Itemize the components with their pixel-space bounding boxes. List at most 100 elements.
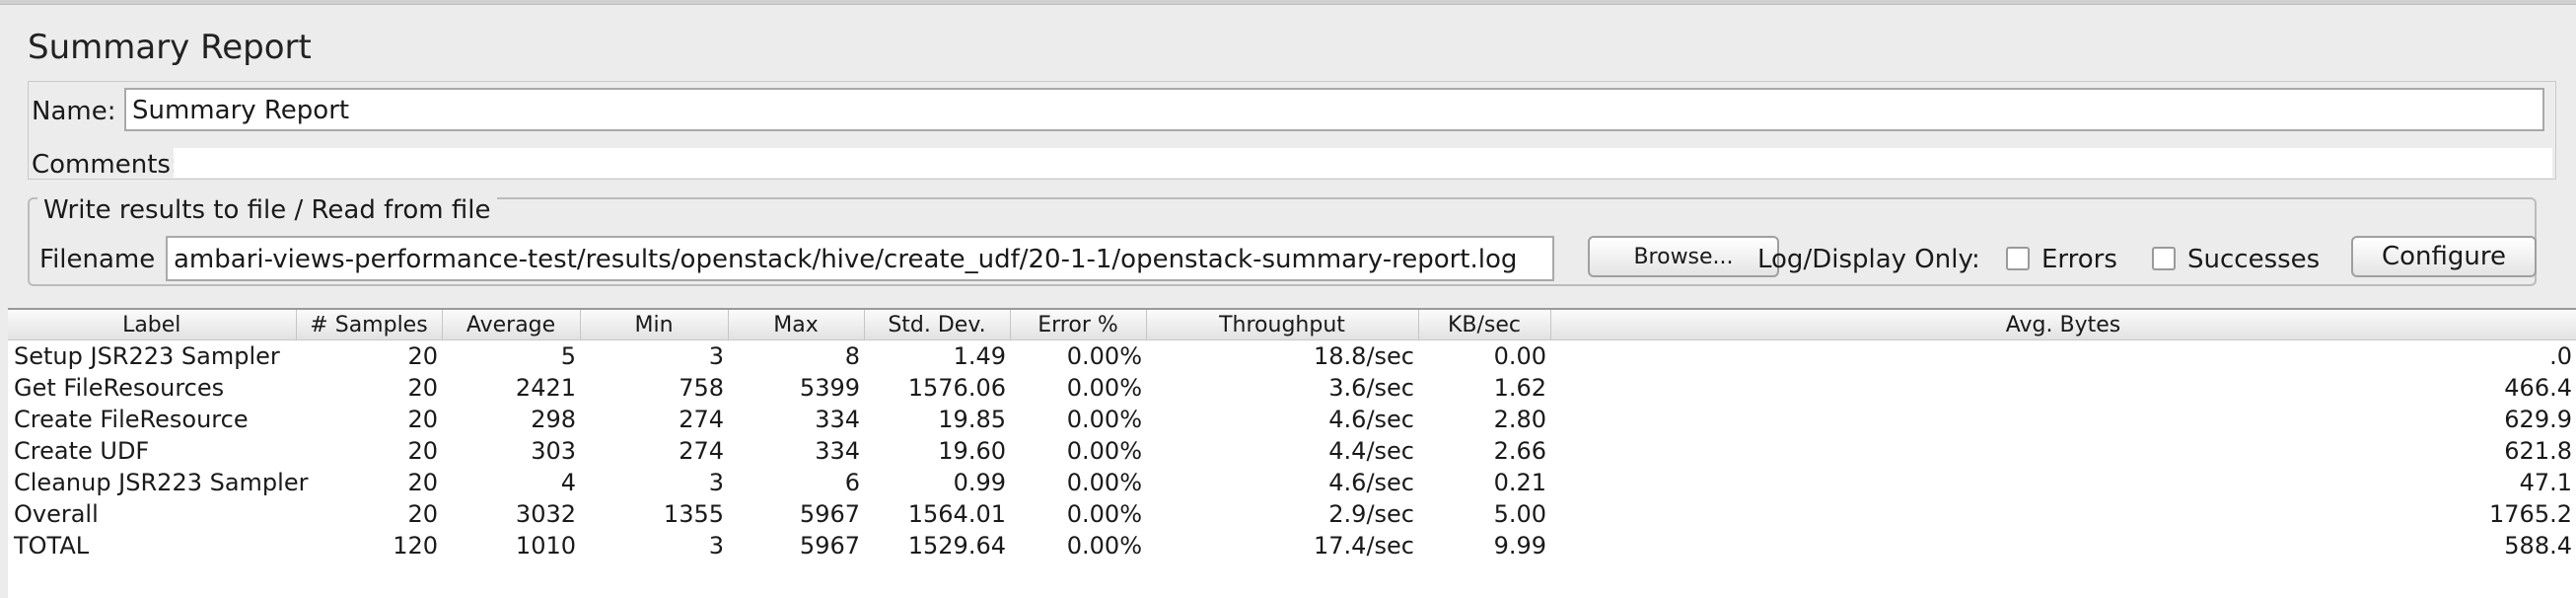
cell-min: 758 [679,374,724,402]
table-row[interactable]: TOTAL 120 1010 3 5967 1529.64 0.00% 17.4/sec 9.9… [8,530,2576,561]
cell-throughput: 4.4/sec [1328,437,1414,465]
configure-button[interactable]: Configure [2351,236,2537,277]
cell-label: Get FileResources [14,374,225,402]
summary-table: Label # Samples Average Min Max Std. Dev… [8,310,2576,561]
comments-field[interactable] [174,148,2552,178]
cell-std-dev: 1.49 [953,342,1006,370]
cell-kb-sec: 2.66 [1493,437,1546,465]
table-row[interactable]: Get FileResources 20 2421 758 5399 1576.06 0.0… [8,372,2576,404]
table-header-row: Label # Samples Average Min Max Std. Dev… [8,310,2576,340]
filename-label: Filename [39,245,156,274]
cell-error-pct: 0.00% [1066,469,1142,496]
cell-error-pct: 0.00% [1066,500,1142,528]
column-header-min[interactable]: Min [580,310,729,340]
name-label: Name: [32,97,116,126]
cell-avg-bytes: 466.4 [2504,374,2572,402]
cell-average: 4 [560,469,576,496]
errors-checkbox[interactable] [2006,247,2030,270]
cell-throughput: 4.6/sec [1328,469,1414,496]
cell-std-dev: 1529.64 [907,532,1006,560]
cell-average: 2421 [515,374,576,402]
filename-field[interactable]: ambari-views-performance-test/results/op… [166,236,1554,281]
window-top-border [0,0,2576,5]
table-row[interactable]: Overall 20 3032 1355 5967 1564.01 0.00% 2.9/sec… [8,498,2576,530]
cell-kb-sec: 5.00 [1493,500,1546,528]
table-row[interactable]: Setup JSR223 Sampler 20 5 3 8 1.49 0.00% 18.8/s… [8,340,2576,373]
comments-label: Comments: [32,150,179,180]
page-title: Summary Report [28,28,312,67]
cell-samples: 20 [407,342,438,370]
cell-avg-bytes: 47.1 [2519,469,2572,496]
browse-button[interactable]: Browse... [1588,236,1779,277]
column-header-max[interactable]: Max [728,310,865,340]
cell-max: 5967 [799,500,860,528]
cell-throughput: 3.6/sec [1328,374,1414,402]
cell-throughput: 18.8/sec [1314,342,1414,370]
cell-throughput: 4.6/sec [1328,406,1414,433]
cell-max: 6 [844,469,860,496]
cell-error-pct: 0.00% [1066,437,1142,465]
cell-max: 8 [844,342,860,370]
column-header-throughput[interactable]: Throughput [1146,310,1419,340]
cell-max: 5399 [799,374,860,402]
cell-samples: 20 [407,374,438,402]
column-header-average[interactable]: Average [442,310,581,340]
cell-samples: 20 [407,469,438,496]
cell-average: 5 [560,342,576,370]
cell-std-dev: 19.85 [938,406,1006,433]
cell-samples: 120 [393,532,438,560]
cell-throughput: 2.9/sec [1328,500,1414,528]
cell-std-dev: 19.60 [938,437,1006,465]
cell-std-dev: 1564.01 [907,500,1006,528]
cell-avg-bytes: 588.4 [2504,532,2572,560]
cell-label: TOTAL [14,532,90,560]
cell-min: 274 [679,437,724,465]
cell-avg-bytes: 1765.2 [2489,500,2572,528]
summary-table-container: Label # Samples Average Min Max Std. Dev… [8,308,2576,598]
cell-max: 5967 [799,532,860,560]
cell-throughput: 17.4/sec [1314,532,1414,560]
cell-std-dev: 1576.06 [907,374,1006,402]
cell-samples: 20 [407,500,438,528]
cell-label: Create UDF [14,437,150,465]
cell-min: 3 [708,532,724,560]
table-body: Setup JSR223 Sampler 20 5 3 8 1.49 0.00% 18.8/s… [8,340,2576,562]
cell-kb-sec: 0.21 [1493,469,1546,496]
successes-checkbox[interactable] [2152,247,2176,270]
cell-error-pct: 0.00% [1066,374,1142,402]
column-header-samples[interactable]: # Samples [296,310,443,340]
cell-average: 1010 [515,532,576,560]
log-display-label: Log/Display Only: [1757,245,1980,274]
cell-std-dev: 0.99 [953,469,1006,496]
column-header-avg-bytes[interactable]: Avg. Bytes [1550,310,2576,340]
cell-avg-bytes: 621.8 [2504,437,2572,465]
cell-max: 334 [815,437,860,465]
cell-kb-sec: 2.80 [1493,406,1546,433]
cell-label: Overall [14,500,99,528]
cell-min: 3 [708,469,724,496]
cell-label: Create FileResource [14,406,249,433]
cell-error-pct: 0.00% [1066,532,1142,560]
cell-average: 3032 [515,500,576,528]
errors-label: Errors [2041,245,2117,274]
cell-min: 3 [708,342,724,370]
column-header-error-pct[interactable]: Error % [1010,310,1147,340]
cell-samples: 20 [407,406,438,433]
name-field[interactable]: Summary Report [124,88,2544,131]
cell-kb-sec: 1.62 [1493,374,1546,402]
cell-kb-sec: 9.99 [1493,532,1546,560]
cell-max: 334 [815,406,860,433]
cell-samples: 20 [407,437,438,465]
cell-min: 1355 [663,500,724,528]
table-row[interactable]: Cleanup JSR223 Sampler 20 4 3 6 0.99 0.00% 4.6/… [8,467,2576,498]
cell-label: Cleanup JSR223 Sampler [14,469,309,496]
column-header-label[interactable]: Label [8,310,297,340]
cell-average: 298 [531,406,576,433]
cell-avg-bytes: 629.9 [2504,406,2572,433]
cell-error-pct: 0.00% [1066,406,1142,433]
cell-kb-sec: 0.00 [1493,342,1546,370]
column-header-kb-sec[interactable]: KB/sec [1418,310,1551,340]
column-header-std-dev[interactable]: Std. Dev. [864,310,1011,340]
table-row[interactable]: Create FileResource 20 298 274 334 19.85 0.00%… [8,404,2576,435]
table-row[interactable]: Create UDF 20 303 274 334 19.60 0.00% 4.4/sec 2.… [8,435,2576,467]
